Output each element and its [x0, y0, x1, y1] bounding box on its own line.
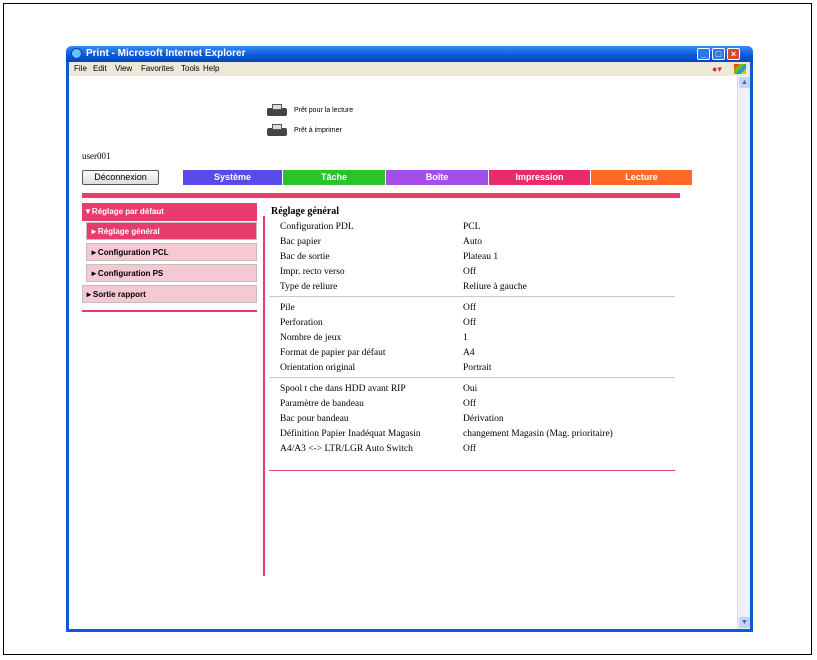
- setting-value: Portrait: [463, 363, 492, 373]
- setting-value: Off: [463, 318, 477, 328]
- sidebar-item-configuration-ps[interactable]: ►Configuration PS: [86, 264, 257, 282]
- setting-row: Nombre de jeux 1: [269, 331, 677, 345]
- main-tabs: Déconnexion Système Tâche Boîte Impressi…: [82, 170, 692, 185]
- setting-label: Impr. recto verso: [280, 267, 345, 277]
- setting-label: Orientation original: [280, 363, 356, 373]
- setting-label: A4/A3 <-> LTR/LGR Auto Switch: [280, 444, 413, 454]
- scroll-up-icon[interactable]: ▲: [739, 77, 750, 88]
- setting-label: Perforation: [280, 318, 323, 328]
- setting-label: Paramètre de bandeau: [280, 399, 364, 409]
- setting-label: Spool t che dans HDD avant RIP: [280, 384, 406, 394]
- menu-help[interactable]: Help: [203, 62, 219, 76]
- setting-row: Format de papier par défaut A4: [269, 346, 677, 360]
- setting-value: 1: [463, 333, 468, 343]
- menu-tools[interactable]: Tools: [181, 62, 200, 76]
- setting-row: Orientation original Portrait: [269, 361, 677, 375]
- setting-label: Type de reliure: [280, 282, 338, 292]
- title-bar: Print - Microsoft Internet Explorer _ □ …: [66, 46, 753, 62]
- setting-row: Bac papier Auto: [269, 235, 677, 249]
- content-bottom-line: [269, 470, 675, 471]
- setting-row: Pile Off: [269, 301, 677, 315]
- setting-value: Off: [463, 444, 477, 454]
- menu-edit[interactable]: Edit: [93, 62, 107, 76]
- setting-label: Nombre de jeux: [280, 333, 342, 343]
- tab-systeme[interactable]: Système: [183, 170, 282, 185]
- menu-bar: File Edit View Favorites Tools Help ●▾: [69, 62, 750, 76]
- setting-value: PCL: [463, 222, 481, 232]
- maximize-button[interactable]: □: [712, 48, 725, 60]
- scroll-down-icon[interactable]: ▼: [739, 617, 750, 628]
- sidebar-item-reglage-general[interactable]: ►Réglage général: [86, 222, 257, 240]
- content-divider-line: [263, 216, 265, 576]
- setting-row: Spool t che dans HDD avant RIP Oui: [269, 382, 677, 396]
- internet-explorer-icon: [71, 48, 82, 59]
- tab-boite[interactable]: Boîte: [386, 170, 488, 185]
- close-button[interactable]: ×: [727, 48, 740, 60]
- setting-label: Pile: [280, 303, 295, 313]
- setting-value: Dérivation: [463, 414, 504, 424]
- setting-label: Bac pour bandeau: [280, 414, 349, 424]
- setting-label: Configuration PDL: [280, 222, 354, 232]
- menu-file[interactable]: File: [74, 62, 87, 76]
- sidebar-bottom-line: [82, 310, 257, 312]
- scanner-icon: [267, 104, 287, 118]
- window-title: Print - Microsoft Internet Explorer: [86, 48, 246, 59]
- tab-lecture[interactable]: Lecture: [591, 170, 692, 185]
- windows-logo-icon: [734, 64, 746, 74]
- tab-divider-bar: [82, 193, 680, 198]
- setting-label: Définition Papier Inadéquat Magasin: [280, 429, 421, 439]
- setting-value: Off: [463, 399, 477, 409]
- setting-row: Paramètre de bandeau Off: [269, 397, 677, 411]
- printer-icon: [267, 124, 287, 138]
- setting-row: Configuration PDL PCL: [269, 220, 677, 234]
- sidebar-item-reglage-par-defaut[interactable]: ▼Réglage par défaut: [82, 203, 257, 221]
- group-separator: [269, 377, 675, 378]
- tab-impression[interactable]: Impression: [489, 170, 590, 185]
- setting-label: Bac de sortie: [280, 252, 330, 262]
- vertical-scrollbar[interactable]: ▲ ▼: [737, 76, 750, 629]
- setting-value: Auto: [463, 237, 482, 247]
- security-icon[interactable]: ●▾: [712, 64, 724, 74]
- minimize-button[interactable]: _: [697, 48, 710, 60]
- setting-label: Format de papier par défaut: [280, 348, 386, 358]
- tab-tache[interactable]: Tâche: [283, 170, 385, 185]
- setting-value: Plateau 1: [463, 252, 499, 262]
- setting-value: A4: [463, 348, 475, 358]
- page-content: ▲ ▼ Prêt pour la lecture Prêt à imprimer…: [69, 76, 750, 629]
- setting-value: Oui: [463, 384, 478, 394]
- group-separator: [269, 296, 675, 297]
- page-title: Réglage général: [271, 206, 340, 217]
- setting-value: Off: [463, 267, 477, 277]
- setting-label: Bac papier: [280, 237, 321, 247]
- setting-value: Off: [463, 303, 477, 313]
- menu-view[interactable]: View: [115, 62, 132, 76]
- logout-button[interactable]: Déconnexion: [82, 170, 159, 185]
- setting-row: Bac de sortie Plateau 1: [269, 250, 677, 264]
- sidebar-item-sortie-rapport[interactable]: ►Sortie rapport: [82, 285, 257, 303]
- setting-row: Impr. recto verso Off: [269, 265, 677, 279]
- setting-row: Type de reliure Reliure à gauche: [269, 280, 677, 294]
- setting-value: changement Magasin (Mag. prioritaire): [463, 429, 613, 439]
- setting-row: Perforation Off: [269, 316, 677, 330]
- setting-value: Reliure à gauche: [463, 282, 527, 292]
- setting-row: Bac pour bandeau Dérivation: [269, 412, 677, 426]
- user-name: user001: [82, 151, 111, 161]
- setting-row: Définition Papier Inadéquat Magasin chang…: [269, 427, 677, 441]
- browser-window: Print - Microsoft Internet Explorer _ □ …: [66, 46, 753, 632]
- sidebar-item-configuration-pcl[interactable]: ►Configuration PCL: [86, 243, 257, 261]
- setting-row: A4/A3 <-> LTR/LGR Auto Switch Off: [269, 442, 677, 456]
- menu-favorites[interactable]: Favorites: [141, 62, 174, 76]
